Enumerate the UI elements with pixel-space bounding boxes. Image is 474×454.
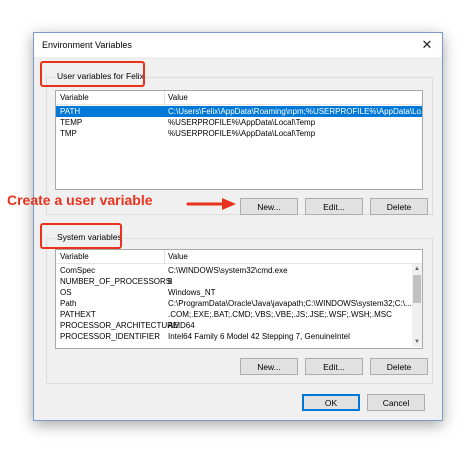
annotation-text: Create a user variable <box>7 192 153 208</box>
system-row-processor-architecture[interactable]: PROCESSOR_ARCHITECTURE AMD64 <box>56 320 412 331</box>
row-variable: TEMP <box>60 118 83 127</box>
system-edit-button[interactable]: Edit... <box>305 358 363 375</box>
user-variables-highlight <box>40 61 145 87</box>
system-row-pathext[interactable]: PATHEXT .COM;.EXE;.BAT;.CMD;.VBS;.VBE;.J… <box>56 309 412 320</box>
column-separator[interactable] <box>164 250 165 263</box>
row-value: Windows_NT <box>168 288 216 297</box>
user-edit-button[interactable]: Edit... <box>305 198 363 215</box>
row-variable: PATHEXT <box>60 310 96 319</box>
user-new-button[interactable]: New... <box>240 198 298 215</box>
row-value: 8 <box>168 277 173 286</box>
system-delete-button[interactable]: Delete <box>370 358 428 375</box>
user-delete-button[interactable]: Delete <box>370 198 428 215</box>
system-row-number-of-processors[interactable]: NUMBER_OF_PROCESSORS 8 <box>56 276 412 287</box>
row-value: AMD64 <box>168 321 195 330</box>
cancel-button[interactable]: Cancel <box>367 394 425 411</box>
row-value: C:\WINDOWS\system32\cmd.exe <box>168 266 288 275</box>
column-header-value[interactable]: Value <box>168 93 188 102</box>
user-variables-list[interactable]: Variable Value PATH C:\Users\Felix\AppDa… <box>55 90 423 190</box>
close-button[interactable]: ✕ <box>412 33 442 57</box>
row-variable: ComSpec <box>60 266 96 275</box>
row-variable: TMP <box>60 129 77 138</box>
row-variable: Path <box>60 299 77 308</box>
title-bar: Environment Variables ✕ <box>34 33 442 57</box>
column-header-variable[interactable]: Variable <box>60 93 89 102</box>
system-list-header: Variable Value <box>56 250 422 264</box>
system-row-comspec[interactable]: ComSpec C:\WINDOWS\system32\cmd.exe <box>56 265 412 276</box>
column-separator[interactable] <box>164 91 165 104</box>
row-variable: PROCESSOR_IDENTIFIER <box>60 332 161 341</box>
column-header-variable[interactable]: Variable <box>60 252 89 261</box>
system-row-processor-identifier[interactable]: PROCESSOR_IDENTIFIER Intel64 Family 6 Mo… <box>56 331 412 342</box>
system-row-os[interactable]: OS Windows_NT <box>56 287 412 298</box>
user-row-path[interactable]: PATH C:\Users\Felix\AppData\Roaming\npm;… <box>56 106 422 117</box>
row-variable: NUMBER_OF_PROCESSORS <box>60 277 172 286</box>
close-icon: ✕ <box>421 37 433 52</box>
user-row-temp[interactable]: TEMP %USERPROFILE%\AppData\Local\Temp <box>56 117 422 128</box>
system-list-scrollbar[interactable]: ▲ ▼ <box>412 264 422 347</box>
scroll-down-icon[interactable]: ▼ <box>412 337 422 347</box>
system-variables-highlight <box>40 223 122 249</box>
row-variable: PROCESSOR_ARCHITECTURE <box>60 321 179 330</box>
row-value: Intel64 Family 6 Model 42 Stepping 7, Ge… <box>168 332 350 341</box>
row-value: .COM;.EXE;.BAT;.CMD;.VBS;.VBE;.JS;.JSE;.… <box>168 310 392 319</box>
row-value: %USERPROFILE%\AppData\Local\Temp <box>168 129 316 138</box>
system-row-path[interactable]: Path C:\ProgramData\Oracle\Java\javapath… <box>56 298 412 309</box>
window-title: Environment Variables <box>42 40 132 50</box>
row-value: C:\ProgramData\Oracle\Java\javapath;C:\W… <box>168 299 412 308</box>
scroll-up-icon[interactable]: ▲ <box>412 264 422 274</box>
row-value: %USERPROFILE%\AppData\Local\Temp <box>168 118 316 127</box>
arrow-right-icon <box>186 198 236 210</box>
row-variable: OS <box>60 288 72 297</box>
system-variables-list[interactable]: Variable Value ComSpec C:\WINDOWS\system… <box>55 249 423 349</box>
row-value: C:\Users\Felix\AppData\Roaming\npm;%USER… <box>168 107 423 116</box>
ok-button[interactable]: OK <box>302 394 360 411</box>
scroll-thumb[interactable] <box>413 275 421 303</box>
row-variable: PATH <box>60 107 81 116</box>
user-list-header: Variable Value <box>56 91 422 105</box>
system-new-button[interactable]: New... <box>240 358 298 375</box>
column-header-value[interactable]: Value <box>168 252 188 261</box>
user-row-tmp[interactable]: TMP %USERPROFILE%\AppData\Local\Temp <box>56 128 422 139</box>
